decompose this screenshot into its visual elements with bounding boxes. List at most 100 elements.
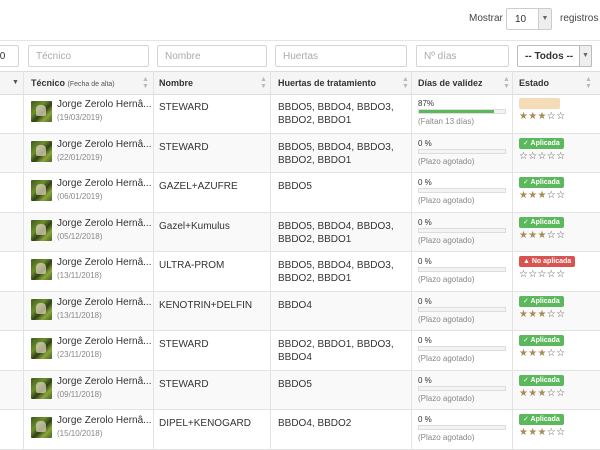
star-icon[interactable]: ☆: [556, 111, 565, 122]
col-dias[interactable]: Días de validez: [418, 72, 483, 94]
star-icon[interactable]: ☆: [519, 151, 528, 162]
col-tecnico[interactable]: Técnico (Fecha de alta): [31, 72, 115, 94]
star-icon[interactable]: ☆: [528, 269, 537, 280]
huertas-filter-input[interactable]: Huertas: [275, 45, 407, 67]
star-icon[interactable]: ☆: [528, 151, 537, 162]
date-filter-input[interactable]: /0: [0, 45, 19, 67]
star-icon[interactable]: ☆: [556, 427, 565, 438]
user-avatar: [31, 180, 52, 201]
status-badge: ✓ Aplicada: [519, 216, 564, 228]
registros-label: registros: [560, 13, 599, 24]
tecnico-name: Jorge Zerolo Hernâ...: [57, 415, 152, 426]
star-icon[interactable]: ★: [519, 230, 528, 241]
table-row[interactable]: Jorge Zerolo Hernâ... (09/11/2018) STEWA…: [0, 370, 600, 410]
star-icon[interactable]: ★: [519, 388, 528, 399]
fecha-alta: (13/11/2018): [57, 310, 102, 320]
huertas-list: BBDO4: [278, 299, 312, 311]
sort-icon[interactable]: ▲ ▼: [260, 76, 267, 90]
star-icon[interactable]: ★: [538, 309, 547, 320]
star-icon[interactable]: ☆: [556, 269, 565, 280]
validity-progress-bar: [418, 109, 506, 114]
star-icon[interactable]: ☆: [556, 388, 565, 399]
mostrar-label: Mostrar: [469, 13, 503, 24]
sort-icon[interactable]: ▲ ▼: [142, 76, 149, 90]
star-icon[interactable]: ★: [528, 111, 537, 122]
table-row[interactable]: Jorge Zerolo Hernâ... (05/12/2018) Gazel…: [0, 212, 600, 252]
star-icon[interactable]: ☆: [519, 269, 528, 280]
star-icon[interactable]: ☆: [547, 111, 556, 122]
estado-filter-select[interactable]: -- Todos -- ▼: [517, 45, 592, 67]
star-icon[interactable]: ★: [528, 309, 537, 320]
star-icon[interactable]: ☆: [547, 388, 556, 399]
star-icon[interactable]: ★: [519, 111, 528, 122]
star-icon[interactable]: ★: [538, 348, 547, 359]
star-icon[interactable]: ☆: [547, 151, 556, 162]
huertas-list: BBDO5: [278, 378, 312, 390]
star-icon[interactable]: ★: [519, 190, 528, 201]
table-row[interactable]: Jorge Zerolo Hernâ... (19/03/2019) STEWA…: [0, 94, 600, 134]
validity-progress-bar: [418, 227, 506, 233]
star-icon[interactable]: ★: [528, 190, 537, 201]
star-icon[interactable]: ☆: [538, 151, 547, 162]
status-badge: ✓ Aplicada: [519, 295, 564, 307]
star-icon[interactable]: ☆: [547, 190, 556, 201]
page-size-select[interactable]: 10 ▼: [506, 8, 552, 30]
star-icon[interactable]: ★: [538, 111, 547, 122]
col-nombre[interactable]: Nombre: [159, 72, 193, 94]
treatment-name: STEWARD: [159, 378, 209, 390]
table-row[interactable]: Jorge Zerolo Hernâ... (23/11/2018) STEWA…: [0, 331, 600, 371]
star-icon[interactable]: ☆: [556, 190, 565, 201]
star-icon[interactable]: ☆: [547, 348, 556, 359]
star-icon[interactable]: ★: [519, 309, 528, 320]
fecha-alta: (05/12/2018): [57, 231, 103, 241]
table-row[interactable]: Jorge Zerolo Hernâ... (13/11/2018) ULTRA…: [0, 252, 600, 292]
star-icon[interactable]: ★: [538, 388, 547, 399]
validity-percent: 0 %: [418, 217, 432, 227]
star-icon[interactable]: ★: [528, 427, 537, 438]
tecnico-filter-input[interactable]: Técnico: [28, 45, 149, 67]
user-avatar: [31, 140, 52, 162]
star-icon[interactable]: ★: [528, 388, 537, 399]
fecha-alta: (23/11/2018): [57, 350, 102, 359]
star-icon[interactable]: ★: [538, 230, 547, 241]
caret-down-icon: ▼: [538, 9, 551, 29]
star-icon[interactable]: ☆: [547, 309, 556, 320]
star-icon[interactable]: ★: [528, 348, 537, 359]
plazo-text: (Faltan 13 días): [418, 117, 475, 126]
column-toggle-caret-icon[interactable]: ▼: [12, 79, 19, 86]
table-row[interactable]: Jorge Zerolo Hernâ... (06/01/2019) GAZEL…: [0, 173, 600, 213]
table-row[interactable]: Jorge Zerolo Hernâ... (13/11/2018) KENOT…: [0, 291, 600, 331]
nombre-filter-input[interactable]: Nombre: [157, 45, 267, 67]
validity-progress-bar: [418, 306, 506, 312]
sort-icon[interactable]: ▲ ▼: [585, 76, 592, 90]
plazo-text: (Plazo agotado): [418, 354, 475, 363]
fecha-alta: (22/01/2019): [57, 152, 103, 162]
star-icon[interactable]: ☆: [547, 269, 556, 280]
status-badge: ✓ Aplicada: [519, 335, 564, 346]
star-icon[interactable]: ☆: [556, 348, 565, 359]
star-icon[interactable]: ★: [519, 348, 528, 359]
star-icon[interactable]: ☆: [556, 151, 565, 162]
validity-percent: 0 %: [418, 375, 432, 385]
dias-filter-input[interactable]: Nº días: [416, 45, 509, 67]
user-avatar: [31, 377, 52, 399]
star-icon[interactable]: ☆: [556, 309, 565, 320]
col-tecnico-label: Técnico: [31, 78, 66, 88]
treatment-name: KENOTRIN+DELFIN: [159, 299, 253, 311]
user-avatar: [31, 298, 52, 320]
table-row[interactable]: Jorge Zerolo Hernâ... (22/01/2019) STEWA…: [0, 133, 600, 173]
star-icon[interactable]: ☆: [547, 230, 556, 241]
sort-icon[interactable]: ▲ ▼: [402, 76, 409, 90]
star-icon[interactable]: ☆: [556, 230, 565, 241]
star-icon[interactable]: ★: [538, 427, 547, 438]
col-estado[interactable]: Estado: [519, 72, 549, 94]
star-icon[interactable]: ★: [519, 427, 528, 438]
star-icon[interactable]: ★: [538, 190, 547, 201]
sort-icon[interactable]: ▲ ▼: [503, 76, 510, 90]
validity-percent: 87%: [418, 99, 435, 108]
star-icon[interactable]: ★: [528, 230, 537, 241]
col-huertas[interactable]: Huertas de tratamiento: [278, 72, 376, 94]
star-icon[interactable]: ☆: [547, 427, 556, 438]
star-icon[interactable]: ☆: [538, 269, 547, 280]
table-row[interactable]: Jorge Zerolo Hernâ... (15/10/2018) DIPEL…: [0, 410, 600, 450]
